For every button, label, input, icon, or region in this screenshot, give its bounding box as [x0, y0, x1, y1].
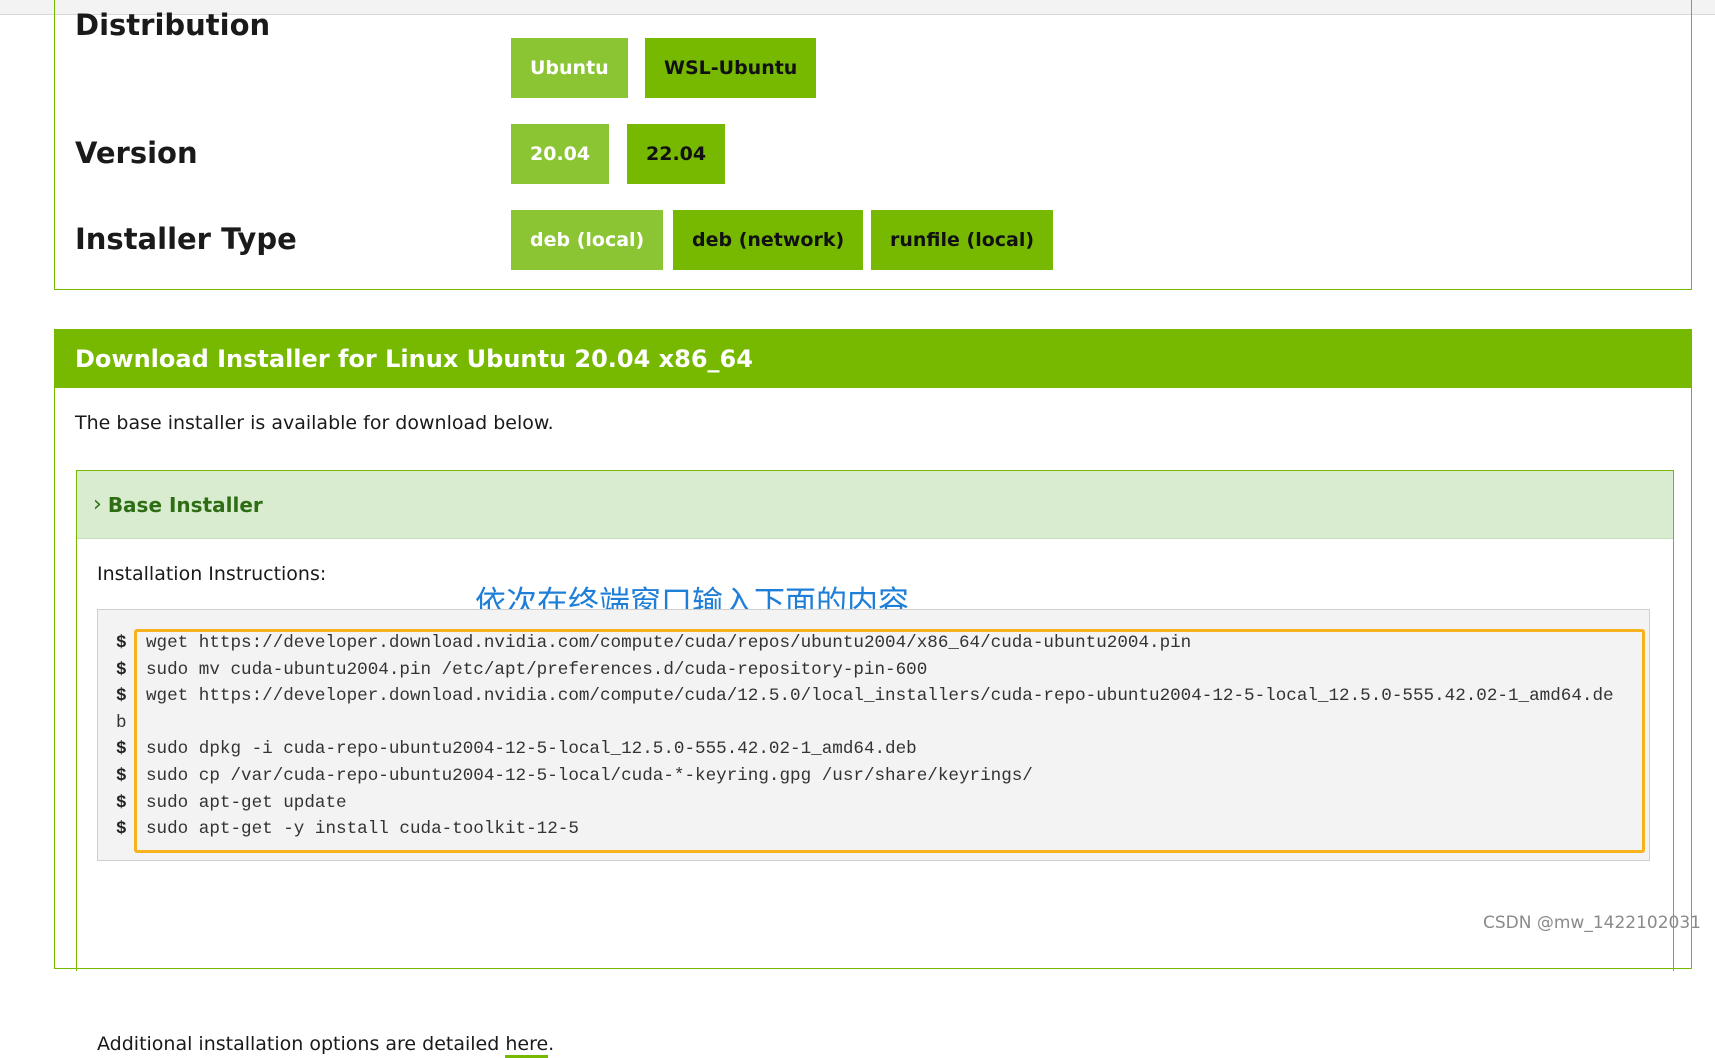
- base-installer-section: › Base Installer Installation Instructio…: [76, 470, 1674, 1058]
- shell-prompt: $: [116, 819, 127, 840]
- command-text[interactable]: sudo cp /var/cuda-repo-ubuntu2004-12-5-l…: [146, 763, 1033, 790]
- option-deb-local[interactable]: deb (local): [511, 210, 664, 270]
- selector-panel: Distribution Ubuntu WSL-Ubuntu Version 2…: [54, 0, 1692, 290]
- code-line-wrap: b: [116, 710, 1616, 737]
- command-text[interactable]: sudo mv cuda-ubuntu2004.pin /etc/apt/pre…: [146, 657, 927, 684]
- option-version-2004[interactable]: 20.04: [511, 124, 610, 184]
- code-block[interactable]: $ wget https://developer.download.nvidia.…: [97, 609, 1650, 861]
- watermark: CSDN @mw_1422102031: [1483, 913, 1701, 933]
- command-text[interactable]: sudo apt-get -y install cuda-toolkit-12-…: [146, 816, 579, 843]
- option-runfile-local[interactable]: runfile (local): [871, 210, 1054, 270]
- shell-prompt: $: [116, 792, 127, 813]
- code-line: $ sudo mv cuda-ubuntu2004.pin /etc/apt/pr…: [116, 657, 1616, 684]
- command-text[interactable]: wget https://developer.download.nvidia.c…: [146, 683, 1614, 710]
- version-label: Version: [75, 136, 198, 170]
- shell-prompt: $: [116, 739, 127, 760]
- additional-options-prefix: Additional installation options are deta…: [97, 1033, 506, 1055]
- additional-options-text: Additional installation options are deta…: [97, 1033, 555, 1058]
- chevron-right-icon: ›: [93, 492, 102, 517]
- code-line: $ wget https://developer.download.nvidia.…: [116, 630, 1616, 657]
- command-text[interactable]: sudo apt-get update: [146, 790, 347, 817]
- option-version-2204[interactable]: 22.04: [627, 124, 726, 184]
- installation-instructions-label: Installation Instructions:: [97, 563, 327, 585]
- base-installer-title: Base Installer: [107, 492, 263, 517]
- installer-type-label: Installer Type: [75, 222, 297, 256]
- option-ubuntu[interactable]: Ubuntu: [511, 38, 628, 98]
- here-link[interactable]: here: [505, 1033, 549, 1058]
- command-text-wrap[interactable]: b: [116, 710, 127, 737]
- option-wsl-ubuntu[interactable]: WSL-Ubuntu: [645, 38, 817, 98]
- download-panel: Download Installer for Linux Ubuntu 20.0…: [54, 329, 1692, 1058]
- code-line: $ wget https://developer.download.nvidia.…: [116, 683, 1616, 710]
- download-header: Download Installer for Linux Ubuntu 20.0…: [55, 330, 1691, 388]
- base-installer-toggle[interactable]: › Base Installer: [77, 471, 1673, 539]
- option-deb-network[interactable]: deb (network): [673, 210, 864, 270]
- shell-prompt: $: [116, 765, 127, 786]
- command-text[interactable]: wget https://developer.download.nvidia.c…: [146, 630, 1191, 657]
- command-text[interactable]: sudo dpkg -i cuda-repo-ubuntu2004-12-5-l…: [146, 736, 917, 763]
- code-line: $ sudo apt-get update: [116, 790, 1616, 817]
- download-description: The base installer is available for down…: [75, 412, 554, 434]
- shell-prompt: $: [116, 686, 127, 707]
- code-lines: $ wget https://developer.download.nvidia.…: [116, 630, 1616, 843]
- shell-prompt: $: [116, 659, 127, 680]
- distribution-label: Distribution: [75, 8, 271, 42]
- shell-prompt: $: [116, 633, 127, 653]
- code-line: $ sudo dpkg -i cuda-repo-ubuntu2004-12-5-…: [116, 736, 1616, 763]
- additional-options-suffix: .: [548, 1033, 555, 1055]
- code-line: $ sudo cp /var/cuda-repo-ubuntu2004-12-5-…: [116, 763, 1616, 790]
- code-line: $ sudo apt-get -y install cuda-toolkit-12…: [116, 816, 1616, 843]
